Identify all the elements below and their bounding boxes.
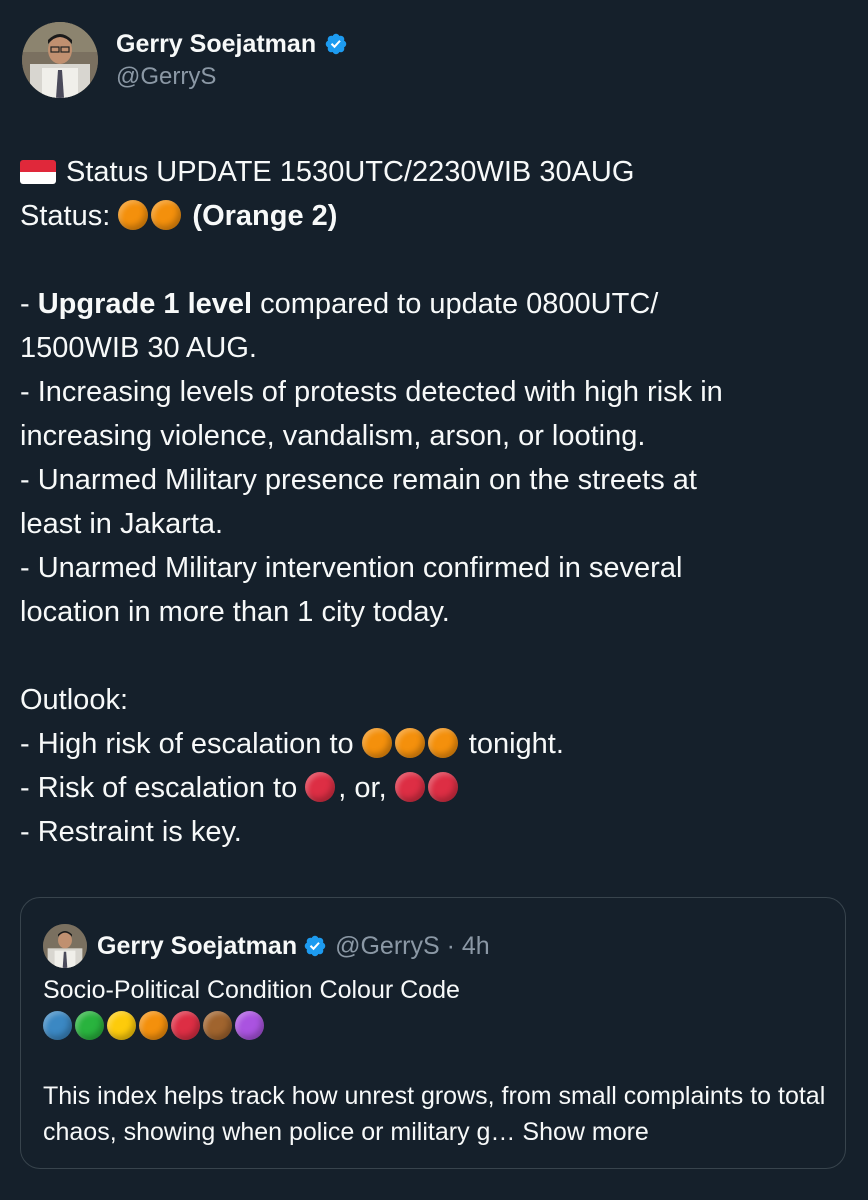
red-circle-icon	[427, 772, 458, 802]
bullet-military-presence: - Unarmed Military presence remain on th…	[20, 464, 697, 496]
purple-circle-icon	[235, 1011, 264, 1040]
outlook-high-risk: - High risk of escalation to tonight.	[20, 728, 564, 760]
bullet-protests: - Increasing levels of protests detected…	[20, 376, 723, 408]
upgrade-line: - Upgrade 1 level compared to update 080…	[20, 288, 659, 320]
orange-circle-icon	[139, 1011, 168, 1040]
blue-circle-icon	[43, 1011, 72, 1040]
bullet-military-intervention: - Unarmed Military intervention confirme…	[20, 552, 683, 584]
verified-badge-icon	[325, 33, 347, 55]
author-avatar[interactable]	[22, 22, 98, 98]
quoted-post-header: Gerry Soejatman @GerryS · 4h	[43, 924, 490, 968]
show-more-link[interactable]: Show more	[522, 1118, 648, 1146]
orange-circle-icon	[394, 728, 425, 758]
quoted-post-card[interactable]: Gerry Soejatman @GerryS · 4h Socio-Polit…	[20, 897, 846, 1169]
brown-circle-icon	[203, 1011, 232, 1040]
outlook-restraint: - Restraint is key.	[20, 816, 242, 848]
bullet-military-presence-cont: least in Jakarta.	[20, 508, 224, 540]
bullet-protests-cont: increasing violence, vandalism, arson, o…	[20, 420, 646, 452]
quoted-post-text: This index helps track how unrest grows,…	[43, 1082, 826, 1146]
quoted-author-handle-time: @GerryS · 4h	[335, 931, 490, 960]
verified-badge-icon	[304, 935, 326, 957]
orange-circle-icon	[361, 728, 392, 758]
author-display-name[interactable]: Gerry Soejatman	[116, 30, 316, 59]
status-update-line: Status UPDATE 1530UTC/2230WIB 30AUG	[20, 150, 850, 194]
orange-circle-icon	[151, 200, 182, 230]
quoted-author-avatar	[43, 924, 87, 968]
outlook-label: Outlook:	[20, 684, 128, 716]
red-circle-icon	[305, 772, 336, 802]
upgrade-line-cont: 1500WIB 30 AUG.	[20, 332, 257, 364]
red-circle-icon	[171, 1011, 200, 1040]
indonesia-flag-icon	[20, 160, 56, 184]
green-circle-icon	[75, 1011, 104, 1040]
orange-circle-icon	[118, 200, 149, 230]
status-level-line: Status: (Orange 2)	[20, 200, 338, 232]
red-circle-icon	[394, 772, 425, 802]
status-level-text: (Orange 2)	[192, 200, 338, 232]
quoted-author-name: Gerry Soejatman	[97, 931, 298, 960]
post-body: Status UPDATE 1530UTC/2230WIB 30AUG Stat…	[20, 150, 850, 854]
quoted-post-title: Socio-Political Condition Colour Code	[43, 976, 460, 1004]
bullet-military-intervention-cont: location in more than 1 city today.	[20, 596, 450, 628]
colour-code-dots	[43, 1011, 264, 1040]
yellow-circle-icon	[107, 1011, 136, 1040]
outlook-risk: - Risk of escalation to , or,	[20, 766, 850, 810]
author-handle[interactable]: @GerryS	[116, 63, 348, 91]
tweet-header: Gerry Soejatman @GerryS	[22, 22, 348, 98]
orange-circle-icon	[427, 728, 458, 758]
